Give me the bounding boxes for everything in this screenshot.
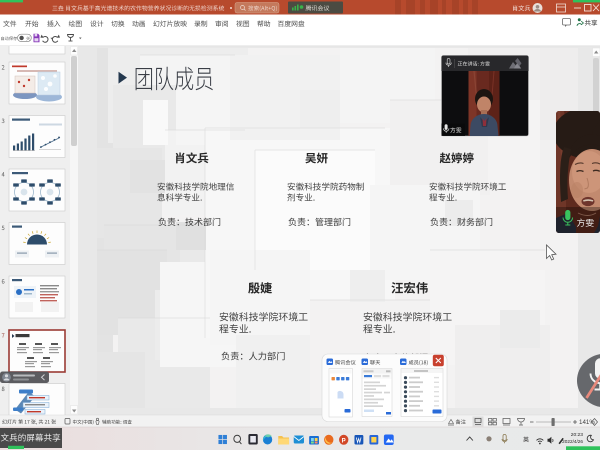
svg-text:P: P [342,437,346,444]
svg-text:2022/4/26: 2022/4/26 [562,439,583,444]
svg-text:20:23: 20:23 [571,432,584,438]
